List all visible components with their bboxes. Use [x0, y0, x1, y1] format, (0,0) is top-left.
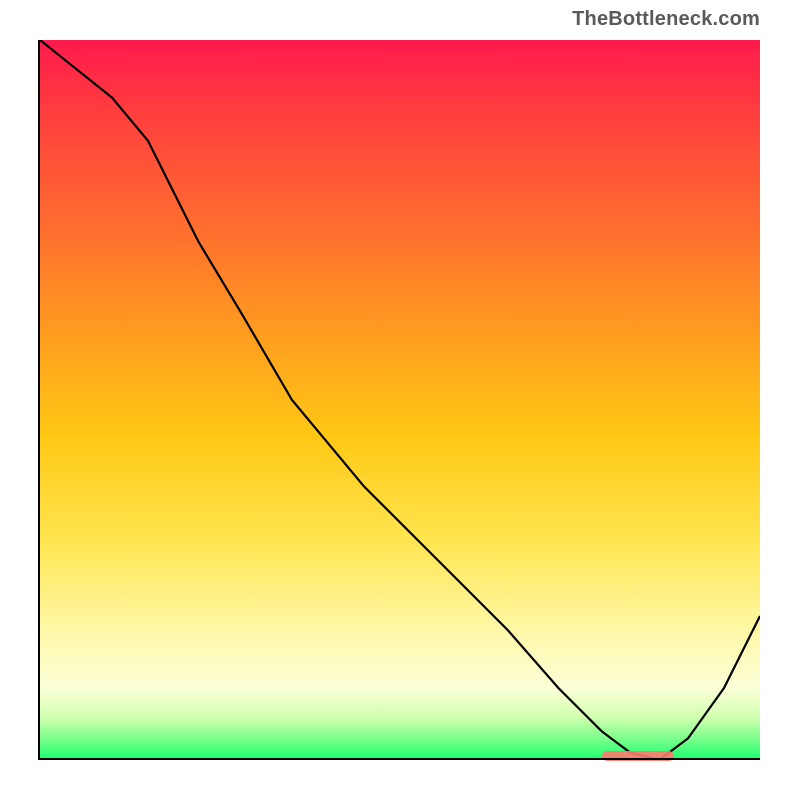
x-axis	[40, 758, 760, 760]
bottleneck-curve	[40, 40, 760, 760]
watermark-label: TheBottleneck.com	[572, 8, 760, 31]
y-axis	[38, 40, 40, 760]
